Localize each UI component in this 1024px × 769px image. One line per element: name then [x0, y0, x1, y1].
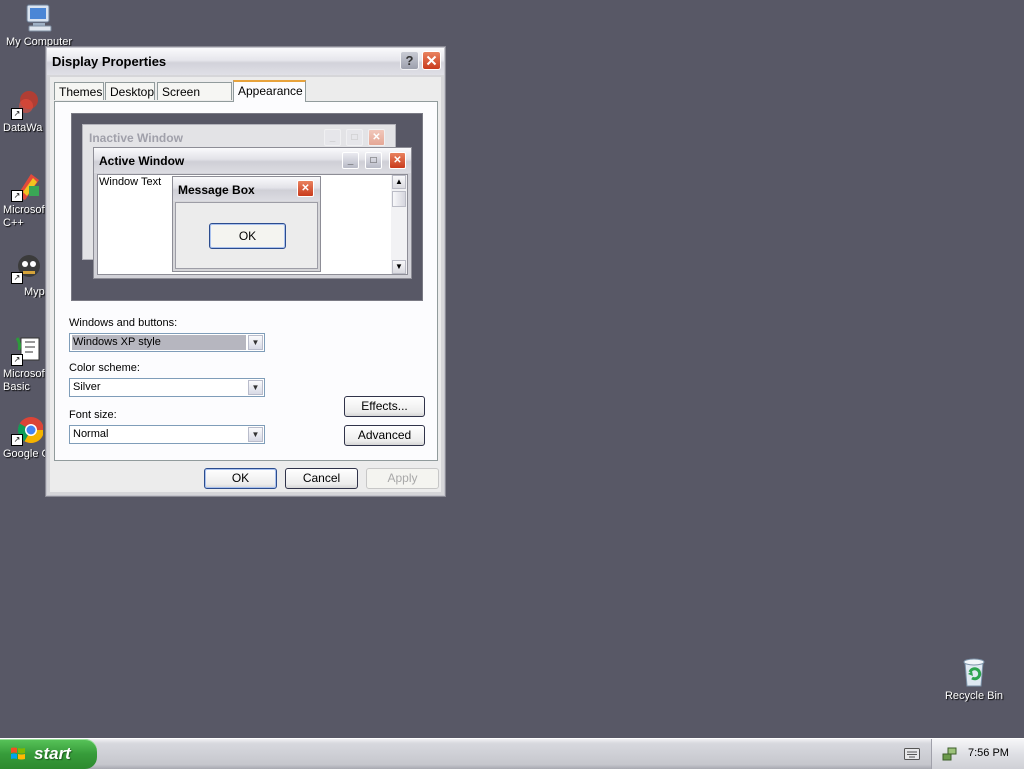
dialog-body: Themes Desktop Screen Saver Appearance I… — [50, 77, 441, 492]
visual-cpp-icon: ↗ — [11, 170, 43, 202]
message-box-ok-button: OK — [209, 223, 286, 249]
minimize-icon: _ — [324, 129, 341, 146]
shortcut-arrow-icon: ↗ — [11, 190, 23, 202]
message-box-title: Message Box — [178, 183, 255, 197]
network-icon[interactable] — [942, 746, 958, 762]
tab-desktop[interactable]: Desktop — [105, 82, 155, 100]
color-scheme-value: Silver — [73, 381, 101, 393]
preview-message-box: Message Box ✕ OK — [172, 176, 321, 272]
myp-icon: ↗ — [11, 252, 43, 284]
windows-buttons-value: Windows XP style — [72, 335, 246, 350]
visual-basic-icon: ↗ — [11, 334, 43, 366]
appearance-preview: Inactive Window _ □ ✕ Active Window _ □ … — [71, 113, 423, 301]
dialog-titlebar[interactable]: Display Properties ? — [47, 48, 444, 75]
ok-button[interactable]: OK — [204, 468, 277, 489]
tab-appearance[interactable]: Appearance — [233, 80, 306, 102]
close-icon: ✕ — [368, 129, 385, 146]
computer-icon — [23, 2, 55, 34]
chrome-icon: ↗ — [11, 414, 45, 446]
desktop-icon-label: Recycle Bin — [944, 690, 1004, 702]
appearance-tab-panel: Inactive Window _ □ ✕ Active Window _ □ … — [54, 101, 438, 461]
color-scheme-label: Color scheme: — [69, 362, 140, 374]
effects-button[interactable]: Effects... — [344, 396, 425, 417]
keyboard-icon[interactable] — [904, 748, 920, 760]
shortcut-arrow-icon: ↗ — [11, 108, 23, 120]
scroll-thumb — [392, 191, 406, 207]
close-icon: ✕ — [389, 152, 406, 169]
datawa-icon: ↗ — [11, 88, 43, 120]
close-icon: ✕ — [297, 180, 314, 197]
chevron-down-icon[interactable]: ▼ — [248, 335, 263, 350]
active-window-titlebar: Active Window _ □ ✕ — [94, 148, 411, 173]
shortcut-arrow-icon: ↗ — [11, 272, 23, 284]
shortcut-arrow-icon: ↗ — [11, 434, 23, 446]
font-size-value: Normal — [73, 428, 109, 440]
preview-scrollbar: ▲ ▼ — [391, 175, 407, 274]
windows-buttons-select[interactable]: Windows XP style ▼ — [69, 333, 265, 352]
scroll-up-icon: ▲ — [392, 175, 406, 189]
close-button[interactable] — [422, 51, 441, 70]
windows-logo-icon — [11, 747, 25, 760]
font-size-label: Font size: — [69, 409, 117, 421]
taskbar: start 7:56 PM — [0, 738, 1024, 769]
system-tray: 7:56 PM — [931, 739, 1024, 769]
dialog-title: Display Properties — [52, 54, 167, 69]
recycle-bin-icon — [958, 656, 990, 688]
help-button[interactable]: ? — [400, 51, 419, 70]
shortcut-arrow-icon: ↗ — [11, 354, 23, 366]
maximize-icon: □ — [346, 129, 363, 146]
tab-themes[interactable]: Themes — [54, 82, 104, 100]
maximize-icon: □ — [365, 152, 382, 169]
chevron-down-icon[interactable]: ▼ — [248, 427, 263, 442]
apply-button[interactable]: Apply — [366, 468, 439, 489]
cancel-button[interactable]: Cancel — [285, 468, 358, 489]
message-box-titlebar: Message Box ✕ — [173, 177, 320, 201]
clock: 7:56 PM — [968, 747, 1009, 759]
start-button[interactable]: start — [0, 739, 97, 769]
color-scheme-select[interactable]: Silver ▼ — [69, 378, 265, 397]
inactive-window-title: Inactive Window — [89, 131, 183, 145]
message-box-client: OK — [175, 202, 318, 269]
desktop-icon-recycle-bin[interactable]: Recycle Bin — [934, 656, 1014, 702]
display-properties-dialog: Display Properties ? Themes Desktop Scre… — [45, 46, 446, 497]
tab-screen-saver[interactable]: Screen Saver — [157, 82, 232, 117]
advanced-button[interactable]: Advanced — [344, 425, 425, 446]
font-size-select[interactable]: Normal ▼ — [69, 425, 265, 444]
desktop-icon-my-computer[interactable]: My Computer — [0, 2, 79, 48]
start-label: start — [34, 744, 71, 763]
chevron-down-icon[interactable]: ▼ — [248, 380, 263, 395]
close-icon — [426, 55, 437, 66]
window-text: Window Text — [99, 176, 162, 188]
windows-buttons-label: Windows and buttons: — [69, 317, 178, 329]
scroll-down-icon: ▼ — [392, 260, 406, 274]
minimize-icon: _ — [342, 152, 359, 169]
active-window-title: Active Window — [99, 154, 185, 168]
